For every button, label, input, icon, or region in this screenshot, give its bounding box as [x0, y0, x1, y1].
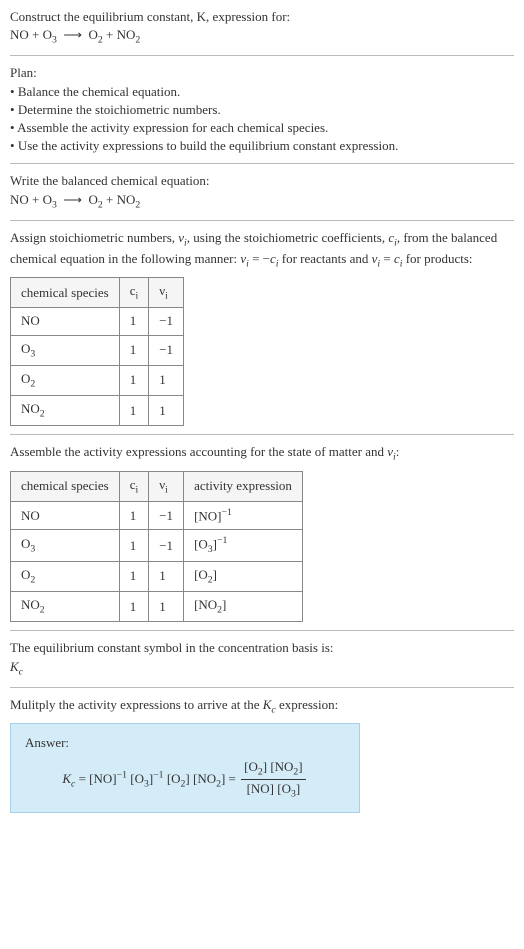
table-row: O2 1 1 [11, 365, 184, 395]
stoich-heading: Assign stoichiometric numbers, νi, using… [10, 229, 514, 271]
answer-label: Answer: [25, 734, 345, 752]
divider [10, 687, 514, 688]
activity-table: chemical species ci νi activity expressi… [10, 471, 303, 623]
activity-section: Assemble the activity expressions accoun… [10, 443, 514, 622]
col-expr: activity expression [184, 471, 303, 501]
divider [10, 55, 514, 56]
symbol-heading: The equilibrium constant symbol in the c… [10, 639, 514, 657]
stoich-table: chemical species ci νi NO 1 −1 O3 1 −1 O… [10, 277, 184, 426]
plan-item: • Balance the chemical equation. [10, 83, 514, 101]
balanced-heading: Write the balanced chemical equation: [10, 172, 514, 190]
multiply-section: Mulitply the activity expressions to arr… [10, 696, 514, 813]
col-ci: ci [119, 471, 149, 501]
intro-equation: NO + O3 ⟶ O2 + NO2 [10, 26, 514, 47]
table-row: NO2 1 1 [11, 396, 184, 426]
table-header-row: chemical species ci νi activity expressi… [11, 471, 303, 501]
intro-prompt: Construct the equilibrium constant, K, e… [10, 8, 514, 26]
multiply-heading: Mulitply the activity expressions to arr… [10, 696, 514, 717]
table-row: NO 1 −1 [NO]−1 [11, 501, 303, 530]
divider [10, 434, 514, 435]
plan-section: Plan: • Balance the chemical equation. •… [10, 64, 514, 155]
col-vi: νi [149, 278, 184, 308]
answer-expression: Kc = [NO]−1 [O3]−1 [O2] [NO2] = [O2] [NO… [25, 758, 345, 801]
table-row: NO 1 −1 [11, 308, 184, 335]
table-row: O2 1 1 [O2] [11, 561, 303, 591]
divider [10, 163, 514, 164]
plan-item: • Use the activity expressions to build … [10, 137, 514, 155]
intro-section: Construct the equilibrium constant, K, e… [10, 8, 514, 47]
col-ci: ci [119, 278, 149, 308]
balanced-section: Write the balanced chemical equation: NO… [10, 172, 514, 211]
plan-item: • Determine the stoichiometric numbers. [10, 101, 514, 119]
plan-heading: Plan: [10, 64, 514, 82]
divider [10, 630, 514, 631]
col-species: chemical species [11, 278, 120, 308]
divider [10, 220, 514, 221]
stoich-section: Assign stoichiometric numbers, νi, using… [10, 229, 514, 427]
col-species: chemical species [11, 471, 120, 501]
symbol-section: The equilibrium constant symbol in the c… [10, 639, 514, 678]
table-row: NO2 1 1 [NO2] [11, 592, 303, 622]
table-row: O3 1 −1 [O3]−1 [11, 530, 303, 562]
table-header-row: chemical species ci νi [11, 278, 184, 308]
answer-box: Answer: Kc = [NO]−1 [O3]−1 [O2] [NO2] = … [10, 723, 360, 813]
plan-item: • Assemble the activity expression for e… [10, 119, 514, 137]
fraction: [O2] [NO2] [NO] [O3] [241, 758, 306, 801]
table-row: O3 1 −1 [11, 335, 184, 365]
symbol-value: Kc [10, 658, 514, 679]
activity-heading: Assemble the activity expressions accoun… [10, 443, 514, 464]
balanced-equation: NO + O3 ⟶ O2 + NO2 [10, 191, 514, 212]
col-vi: νi [149, 471, 184, 501]
